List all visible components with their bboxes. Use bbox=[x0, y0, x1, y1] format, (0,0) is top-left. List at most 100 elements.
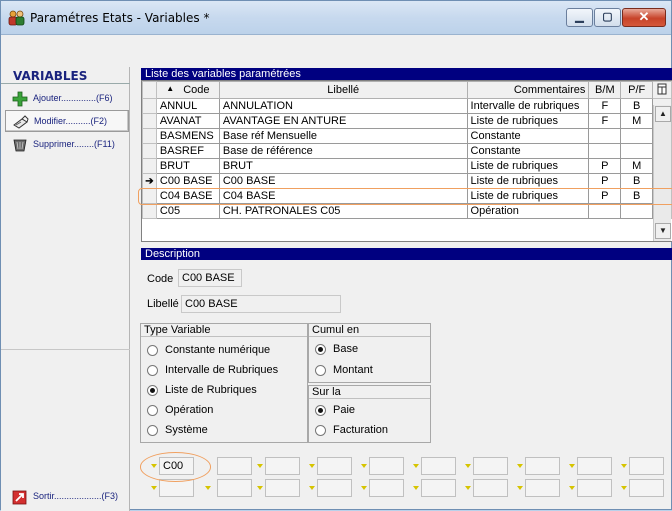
add-button[interactable]: Ajouter..............(F6) bbox=[5, 88, 129, 110]
rubrique-field[interactable] bbox=[629, 457, 664, 475]
radio-button-checked[interactable] bbox=[147, 385, 158, 396]
table-row-selected[interactable]: ➔ C00 BASE C00 BASE Liste de rubriques P… bbox=[142, 173, 672, 189]
type-variable-title: Type Variable bbox=[141, 324, 307, 337]
sur-la-group: Sur la Paie Facturation bbox=[308, 385, 431, 443]
maximize-icon: ▢ bbox=[602, 11, 613, 23]
rubrique-field[interactable] bbox=[525, 479, 560, 497]
marker-icon bbox=[309, 486, 315, 490]
marker-icon bbox=[361, 486, 367, 490]
sort-asc-icon: ▲ bbox=[166, 84, 175, 93]
list-header: Liste des variables paramétrées bbox=[141, 68, 672, 80]
column-header-commentaires[interactable]: Commentaires bbox=[466, 81, 590, 99]
exit-button[interactable]: Sortir...................(F3) bbox=[5, 486, 129, 508]
cell-libelle: ANNULATION bbox=[218, 98, 468, 114]
arrow-up-icon: ▲ bbox=[659, 109, 667, 118]
radio-button[interactable] bbox=[147, 425, 158, 436]
rubrique-field[interactable] bbox=[473, 457, 508, 475]
cell-libelle: C00 BASE bbox=[218, 173, 468, 189]
marker-icon bbox=[309, 464, 315, 468]
table-row[interactable]: BASMENS Base réf Mensuelle Constante bbox=[142, 128, 672, 144]
code-field[interactable]: C00 BASE bbox=[178, 269, 242, 287]
table-row[interactable]: ANNUL ANNULATION Intervalle de rubriques… bbox=[142, 98, 672, 114]
radio-button[interactable] bbox=[315, 365, 326, 376]
cell-bm bbox=[588, 203, 622, 219]
rubrique-field[interactable] bbox=[525, 457, 560, 475]
column-header-bm[interactable]: B/M bbox=[588, 81, 622, 99]
cell-commentaire: Liste de rubriques bbox=[466, 113, 590, 129]
table-header-row: ▲ Code Libellé Commentaires B/M P/F bbox=[142, 81, 672, 99]
exit-icon bbox=[12, 490, 27, 505]
rubrique-field[interactable] bbox=[369, 457, 404, 475]
rubrique-field[interactable] bbox=[629, 479, 664, 497]
radio-button-checked[interactable] bbox=[315, 405, 326, 416]
scroll-up-button[interactable]: ▲ bbox=[655, 106, 671, 122]
rubrique-field[interactable] bbox=[317, 479, 352, 497]
close-button[interactable]: ✕ bbox=[622, 8, 666, 27]
rubrique-field[interactable] bbox=[473, 479, 508, 497]
column-chooser-icon bbox=[657, 83, 667, 94]
cell-commentaire: Intervalle de rubriques bbox=[466, 98, 590, 114]
rubrique-field[interactable] bbox=[217, 479, 252, 497]
cell-libelle: Base réf Mensuelle bbox=[218, 128, 468, 144]
cell-commentaire: Opération bbox=[466, 203, 590, 219]
cell-pf bbox=[620, 203, 654, 219]
divider bbox=[1, 349, 130, 350]
minimize-button[interactable]: ▁ bbox=[566, 8, 593, 27]
column-chooser-header[interactable] bbox=[652, 81, 672, 99]
rubrique-field[interactable] bbox=[317, 457, 352, 475]
row-indicator bbox=[142, 203, 157, 219]
cell-bm: P bbox=[588, 173, 622, 189]
radio-button[interactable] bbox=[147, 365, 158, 376]
cumul-en-group: Cumul en Base Montant bbox=[308, 323, 431, 383]
rubrique-field[interactable] bbox=[369, 479, 404, 497]
marker-icon bbox=[361, 464, 367, 468]
row-indicator bbox=[142, 113, 157, 129]
cell-pf bbox=[620, 143, 654, 159]
column-header-pf[interactable]: P/F bbox=[620, 81, 654, 99]
marker-icon bbox=[621, 464, 627, 468]
title-bar[interactable]: Paramétres Etats - Variables * ▁ ▢ ✕ bbox=[1, 1, 671, 35]
cell-commentaire: Liste de rubriques bbox=[466, 158, 590, 174]
rubrique-field[interactable] bbox=[265, 479, 300, 497]
table-row[interactable]: BRUT BRUT Liste de rubriques P M bbox=[142, 158, 672, 174]
row-indicator bbox=[142, 98, 157, 114]
row-indicator: ➔ bbox=[142, 173, 157, 189]
radio-button[interactable] bbox=[315, 425, 326, 436]
libelle-field[interactable]: C00 BASE bbox=[181, 295, 341, 313]
delete-button[interactable]: Supprimer........(F11) bbox=[5, 134, 129, 156]
minimize-icon: ▁ bbox=[575, 11, 584, 23]
column-header-code[interactable]: ▲ Code bbox=[155, 81, 220, 99]
radio-button[interactable] bbox=[147, 345, 158, 356]
marker-icon bbox=[413, 464, 419, 468]
cell-pf: B bbox=[620, 98, 654, 114]
edit-button[interactable]: Modifier..........(F2) bbox=[5, 110, 129, 132]
cell-code: BASREF bbox=[155, 143, 220, 159]
table-row[interactable]: C05 CH. PATRONALES C05 Opération bbox=[142, 203, 672, 219]
cell-code: BASMENS bbox=[155, 128, 220, 144]
column-header-libelle[interactable]: Libellé bbox=[218, 81, 468, 99]
rubrique-fields-row-2 bbox=[146, 479, 672, 499]
radio-button[interactable] bbox=[147, 405, 158, 416]
cell-commentaire: Liste de rubriques bbox=[466, 173, 590, 189]
cell-bm bbox=[588, 128, 622, 144]
rubrique-field[interactable] bbox=[217, 457, 252, 475]
table-row[interactable]: BASREF Base de référence Constante bbox=[142, 143, 672, 159]
row-indicator bbox=[142, 143, 157, 159]
cell-bm: F bbox=[588, 98, 622, 114]
marker-icon bbox=[413, 486, 419, 490]
plus-icon bbox=[12, 91, 28, 107]
cell-libelle: CH. PATRONALES C05 bbox=[218, 203, 468, 219]
rubrique-field[interactable] bbox=[421, 479, 456, 497]
rubrique-field[interactable] bbox=[577, 457, 612, 475]
table-row[interactable]: AVANAT AVANTAGE EN ANTURE Liste de rubri… bbox=[142, 113, 672, 129]
maximize-button[interactable]: ▢ bbox=[594, 8, 621, 27]
rubrique-field[interactable] bbox=[421, 457, 456, 475]
scroll-down-button[interactable]: ▼ bbox=[655, 223, 671, 239]
close-icon: ✕ bbox=[638, 9, 650, 24]
variables-grid[interactable]: ▲ Code Libellé Commentaires B/M P/F ANNU… bbox=[141, 80, 672, 242]
radio-button-checked[interactable] bbox=[315, 344, 326, 355]
rubrique-field[interactable] bbox=[265, 457, 300, 475]
vertical-scrollbar[interactable]: ▲ ▼ bbox=[653, 105, 671, 241]
rubrique-field[interactable] bbox=[577, 479, 612, 497]
cell-bm: F bbox=[588, 113, 622, 129]
